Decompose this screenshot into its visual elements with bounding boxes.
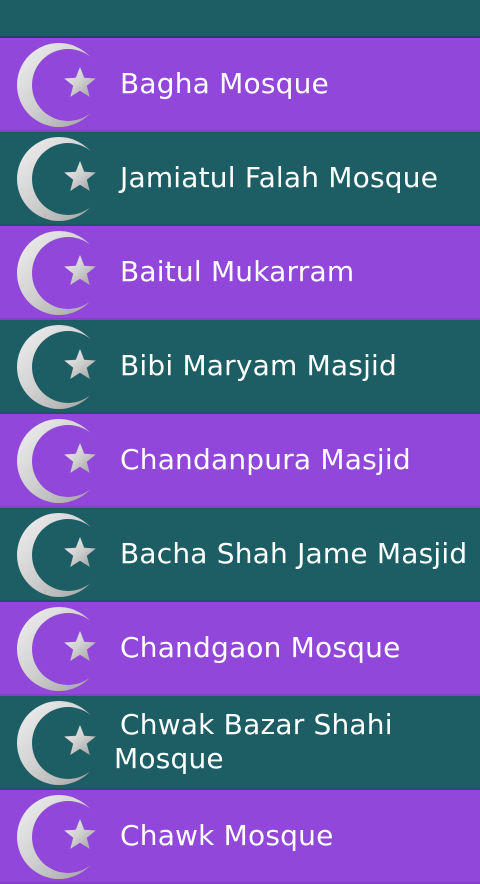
list-item[interactable]: Chwak Bazar Shahi Mosque <box>0 696 480 790</box>
list-item-label: Baitul Mukarram <box>120 255 355 288</box>
crescent-star-icon <box>16 418 102 504</box>
list-item-label: Jamiatul Falah Mosque <box>120 161 439 194</box>
list-item-label: Chawk Mosque <box>120 819 334 852</box>
list-item[interactable]: Chawk Mosque <box>0 790 480 884</box>
list-item-label: Chandgaon Mosque <box>120 631 401 664</box>
list-item[interactable]: Baitul Mukarram <box>0 226 480 320</box>
list-item[interactable]: Bibi Maryam Masjid <box>0 320 480 414</box>
crescent-star-icon <box>16 230 102 316</box>
crescent-star-icon <box>16 324 102 410</box>
list-item[interactable]: Bacha Shah Jame Masjid <box>0 508 480 602</box>
crescent-star-icon <box>16 136 102 222</box>
list-item-label: Bibi Maryam Masjid <box>120 349 398 382</box>
crescent-star-icon <box>16 42 102 128</box>
list-item-label: Chwak Bazar Shahi Mosque <box>114 708 393 775</box>
list-item-label: Chandanpura Masjid <box>120 443 411 476</box>
list-item-label: Bacha Shah Jame Masjid <box>120 537 468 570</box>
crescent-star-icon <box>16 794 102 880</box>
list-item[interactable]: Chandanpura Masjid <box>0 414 480 508</box>
crescent-star-icon <box>16 512 102 598</box>
top-bar <box>0 0 480 38</box>
list-item[interactable]: Jamiatul Falah Mosque <box>0 132 480 226</box>
crescent-star-icon <box>16 606 102 692</box>
list-item[interactable]: Bagha Mosque <box>0 38 480 132</box>
list-item-label: Bagha Mosque <box>120 67 329 100</box>
mosque-list[interactable]: Bagha Mosque Jamiatul Falah Mosque Baitu… <box>0 38 480 884</box>
crescent-star-icon <box>16 700 102 786</box>
list-item[interactable]: Chandgaon Mosque <box>0 602 480 696</box>
